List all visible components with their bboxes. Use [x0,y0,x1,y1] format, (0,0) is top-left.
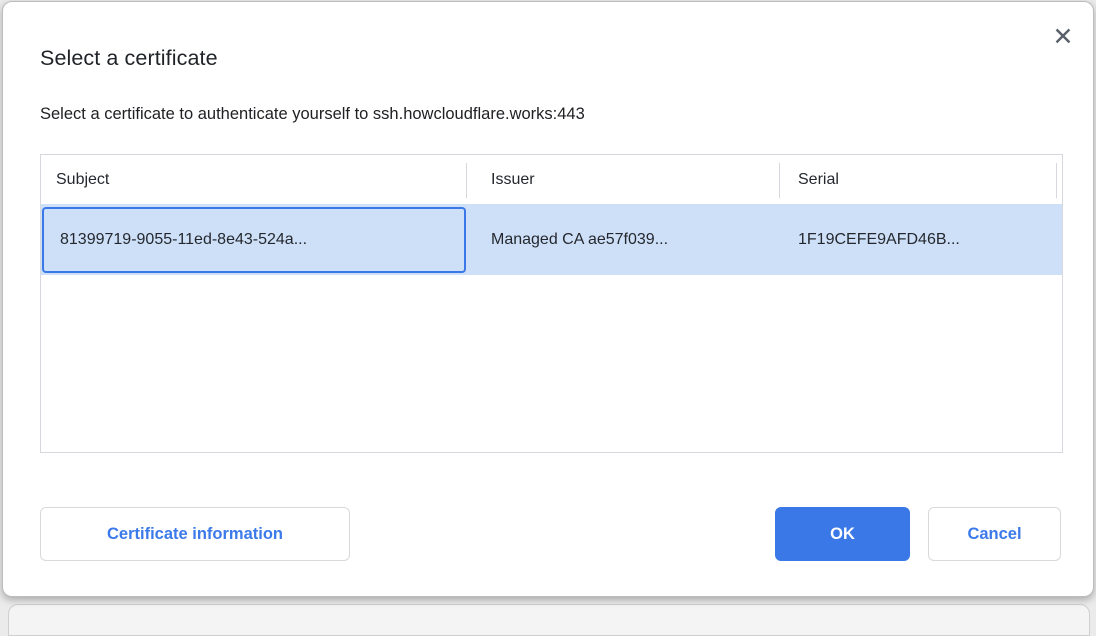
select-certificate-dialog: ✕ Select a certificate Select a certific… [2,1,1094,597]
table-header: Subject Issuer Serial [41,155,1062,204]
certificate-information-button[interactable]: Certificate information [40,507,350,561]
cell-serial: 1F19CEFE9AFD46B... [798,204,960,275]
column-header-issuer: Issuer [491,155,535,204]
column-divider [466,163,467,198]
cell-subject: 81399719-9055-11ed-8e43-524a... [60,204,307,275]
dialog-title: Select a certificate [40,46,218,71]
dialog-subtitle: Select a certificate to authenticate you… [40,105,585,124]
column-divider [779,163,780,198]
certificate-row[interactable]: 81399719-9055-11ed-8e43-524a... Managed … [41,204,1062,275]
column-header-subject: Subject [56,155,109,204]
column-divider [1056,163,1057,198]
cell-issuer: Managed CA ae57f039... [491,204,668,275]
screen: ✕ Select a certificate Select a certific… [0,0,1096,610]
ok-button[interactable]: OK [775,507,910,561]
close-icon: ✕ [1053,24,1074,49]
background-window-edge [8,604,1090,636]
certificate-table: Subject Issuer Serial 81399719-9055-11ed… [40,154,1063,453]
cancel-button[interactable]: Cancel [928,507,1061,561]
close-button[interactable]: ✕ [1043,16,1083,56]
column-header-serial: Serial [798,155,839,204]
